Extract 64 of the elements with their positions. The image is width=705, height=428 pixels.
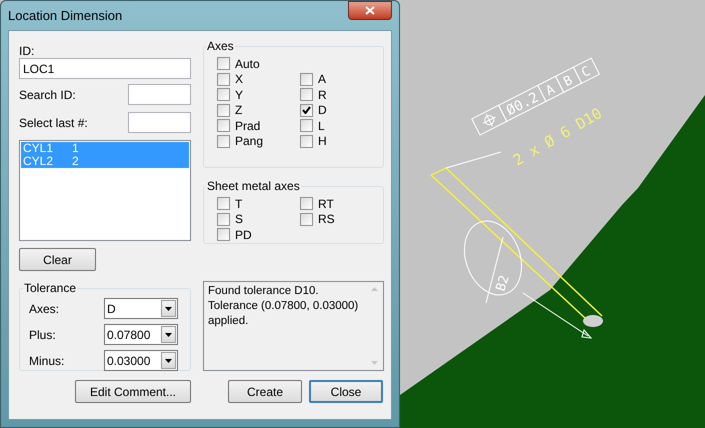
id-input[interactable]: LOC1 [19,58,191,79]
checkbox[interactable] [300,197,313,210]
axes-group-title: Axes [206,38,235,55]
search-id-input[interactable] [128,84,191,105]
close-icon [365,6,375,15]
checkbox[interactable] [217,228,230,242]
datum-label: A [544,82,558,100]
checkbox-label: X [235,71,244,88]
arrow-leader-drawing [522,292,592,339]
checkbox-label: PD [235,226,252,244]
dialog-button[interactable]: Edit Comment... [75,380,191,403]
sheet-metal-axes-group-title: Sheet metal axes [206,178,301,195]
checkbox-label: Y [235,86,244,104]
checkbox-label: R [318,86,327,104]
leader-line [446,152,502,168]
dropdown[interactable]: D [104,298,178,319]
tolerance-label: Minus: [29,352,64,370]
checkbox-label: Pang [235,133,264,150]
checkbox-label: H [318,133,327,150]
checkbox-label: Prad [235,118,260,135]
select-last-label: Select last #: [19,114,88,132]
tolerance-group-title: Tolerance [23,280,78,297]
datum-label: B [561,73,576,90]
id-label: ID: [19,43,36,58]
select-last-input[interactable] [128,112,191,133]
close-button[interactable] [348,1,392,20]
tolerance-label: Axes: [29,300,60,318]
checkbox[interactable] [300,119,313,132]
tolerance-label: Plus: [29,326,56,344]
search-id-label: Search ID: [19,86,76,104]
checkbox-label: A [318,71,326,88]
tolerance-value: Ø0.2 [504,90,542,120]
dialog-button[interactable]: Create [228,380,302,403]
dropdown[interactable]: 0.03000 [104,350,178,371]
checkbox[interactable] [217,134,230,148]
checkbox[interactable] [217,119,230,132]
checkbox[interactable] [300,134,313,148]
checkbox-label: L [318,118,325,135]
checkbox-label: Z [235,102,242,120]
message-text: Found tolerance D10. Tolerance (0.07800, 0.03000) applied. [207,284,360,329]
checkbox[interactable] [217,88,230,102]
window-title: Location Dimension [8,6,122,25]
checkbox[interactable] [217,104,230,117]
checkbox-label: RS [318,211,335,228]
balloon-label: B2 [494,274,513,294]
checkbox-label: D [318,102,327,120]
checkbox-label: RT [318,196,334,213]
hole-drawing [583,315,603,327]
position-symbol-icon [482,113,496,127]
checkbox[interactable] [300,212,313,226]
clear-button[interactable]: Clear [19,248,96,271]
checkbox[interactable] [217,212,230,226]
checkbox[interactable] [217,72,230,86]
checkbox[interactable] [300,104,313,117]
dropdown[interactable]: 0.07800 [104,324,178,345]
checkbox-label: S [235,211,244,228]
checkbox-label: T [235,196,242,213]
checkbox[interactable] [300,72,313,86]
datum-label: C [579,64,593,81]
checkbox-label: Auto [235,56,260,73]
checkbox[interactable] [217,57,230,70]
dialog-button[interactable]: Close [309,380,383,403]
checkbox[interactable] [300,88,313,102]
checkbox[interactable] [217,197,230,210]
